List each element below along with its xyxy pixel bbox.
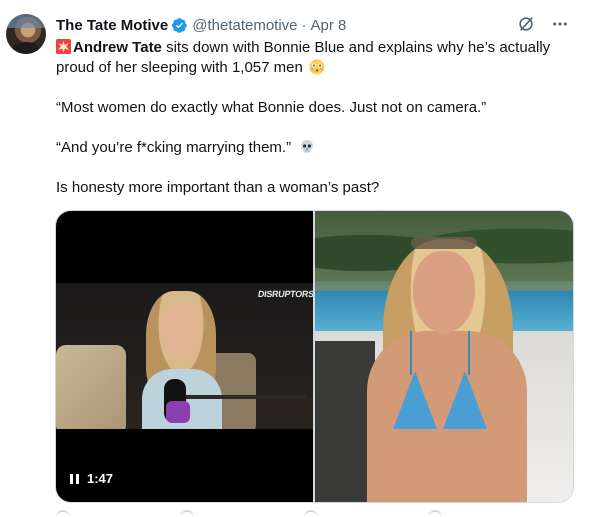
avatar-background (6, 14, 46, 28)
tweet-date[interactable]: Apr 8 (311, 17, 347, 34)
tweet-media: DISRUPTORS 1:47 (55, 210, 574, 503)
microphone-foam (166, 401, 190, 423)
tweet-action-bar (56, 510, 576, 517)
author-name[interactable]: The Tate Motive (56, 17, 168, 34)
tweet-header: The Tate Motive @thetatemotive · Apr 8 (56, 15, 346, 35)
siren-emoji (56, 39, 71, 54)
avatar[interactable] (6, 14, 46, 54)
mentioned-name: Andrew Tate (73, 39, 162, 56)
photo-image[interactable] (315, 211, 573, 502)
skull-emoji (299, 139, 315, 155)
microphone-arm (186, 395, 306, 399)
flushed-face-emoji (309, 59, 325, 75)
verified-badge-icon[interactable] (171, 17, 188, 34)
grok-icon[interactable] (516, 14, 536, 34)
photo-person-body (367, 331, 527, 502)
avatar-figure (12, 42, 40, 54)
photo-person-face (413, 251, 475, 333)
tweet-actions-top (516, 14, 570, 34)
separator-dot: · (301, 16, 307, 34)
video-player[interactable]: DISRUPTORS 1:47 (56, 211, 313, 502)
video-person-face (160, 305, 200, 357)
author-handle[interactable]: @thetatemotive (192, 17, 297, 34)
tweet-quote-2: “And you’re f*cking marrying them.” (56, 139, 292, 156)
photo-strap-left (410, 331, 412, 375)
more-icon[interactable] (550, 14, 570, 34)
tweet-paragraph-4: Is honesty more important than a woman’s… (56, 179, 380, 196)
video-watermark: DISRUPTORS (257, 289, 313, 299)
photo-lounger (315, 341, 375, 502)
video-chair (56, 345, 126, 429)
retweet-icon[interactable] (180, 510, 194, 517)
reply-icon[interactable] (56, 510, 70, 517)
tweet-paragraph-1: Andrew Tate sits down with Bonnie Blue a… (56, 38, 576, 78)
tweet-paragraph-3: “And you’re f*cking marrying them.” (56, 138, 576, 158)
pause-icon[interactable] (70, 473, 79, 484)
tweet-text: Andrew Tate sits down with Bonnie Blue a… (56, 38, 576, 218)
like-icon[interactable] (304, 510, 318, 517)
photo-strap-right (468, 331, 470, 375)
video-duration: 1:47 (87, 471, 114, 486)
tweet[interactable]: The Tate Motive @thetatemotive · Apr 8 A… (0, 0, 610, 517)
video-controls[interactable]: 1:47 (70, 471, 113, 486)
tweet-paragraph-2: “Most women do exactly what Bonnie does.… (56, 99, 487, 116)
views-icon[interactable] (428, 510, 442, 517)
photo-sunglasses (411, 237, 477, 249)
video-frame: DISRUPTORS (56, 283, 313, 429)
